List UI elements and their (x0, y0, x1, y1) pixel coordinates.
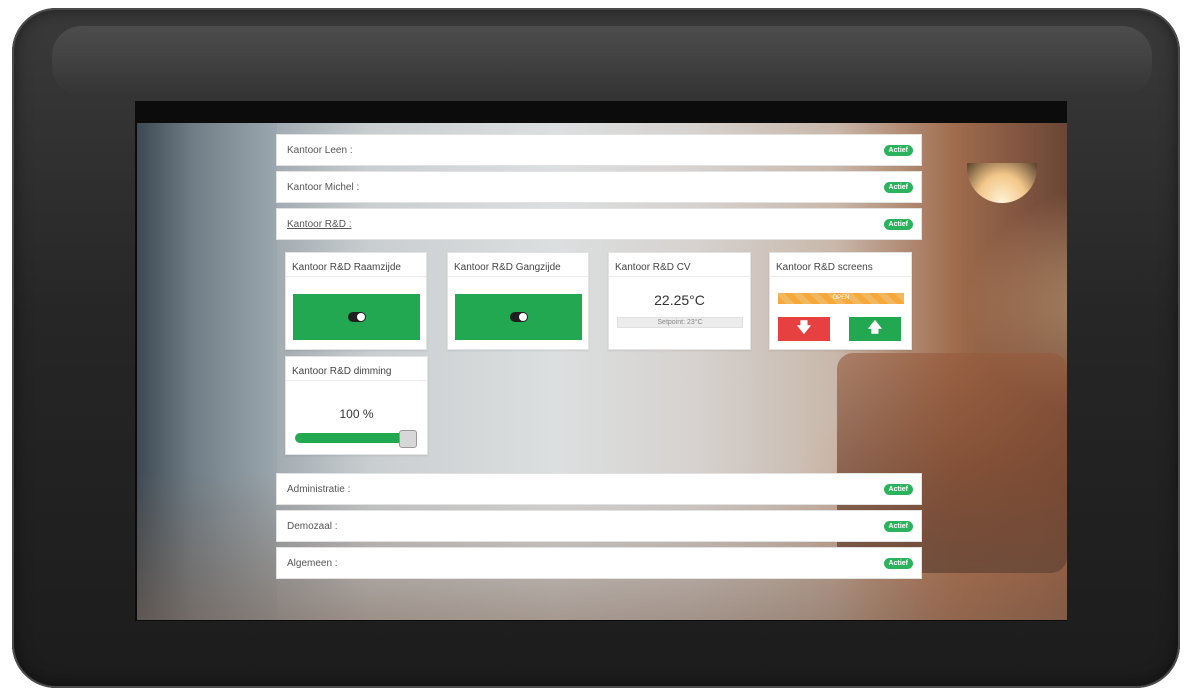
temperature-value: 22.25°C (654, 292, 705, 308)
gangzijde-switch-button[interactable] (455, 294, 582, 340)
card-title: Kantoor R&D screens (770, 253, 911, 277)
card-title: Kantoor R&D CV (609, 253, 750, 277)
status-badge: Actief (883, 483, 913, 495)
section-demozaal[interactable]: Demozaal : Actief (276, 510, 922, 542)
slider-thumb[interactable] (399, 430, 417, 448)
dimming-value: 100 % (339, 407, 374, 421)
section-label: Kantoor Leen : (287, 144, 353, 156)
dimming-slider[interactable] (295, 430, 417, 448)
slider-track (295, 433, 409, 443)
bezel-shine (52, 26, 1152, 96)
section-label: Kantoor R&D : (287, 218, 352, 230)
status-badge: Actief (883, 144, 913, 156)
toggle-icon (509, 312, 528, 322)
status-badge: Actief (883, 557, 913, 569)
card-cv: Kantoor R&D CV 22.25°C Setpoint: 23°C (608, 252, 751, 350)
section-label: Administratie : (287, 483, 351, 495)
section-kantoor-michel[interactable]: Kantoor Michel : Actief (276, 171, 922, 203)
raamzijde-switch-button[interactable] (293, 294, 420, 340)
setpoint-field[interactable]: Setpoint: 23°C (617, 317, 743, 328)
status-badge: Actief (883, 520, 913, 532)
section-algemeen[interactable]: Algemeen : Actief (276, 547, 922, 579)
dashboard-screen: Kantoor Leen : Actief Kantoor Michel : A… (137, 123, 1067, 620)
arrow-up-icon: 🡅 (867, 319, 883, 335)
section-kantoor-leen[interactable]: Kantoor Leen : Actief (276, 134, 922, 166)
screens-status-bar: OPEN (778, 293, 904, 304)
screens-up-button[interactable]: 🡅 (849, 317, 901, 341)
toggle-icon (347, 312, 366, 322)
status-badge: Actief (883, 218, 913, 230)
card-title: Kantoor R&D dimming (286, 357, 427, 381)
card-gangzijde: Kantoor R&D Gangzijde (447, 252, 589, 350)
card-dimming: Kantoor R&D dimming 100 % (285, 356, 428, 455)
card-screens: Kantoor R&D screens OPEN 🡇 🡅 (769, 252, 912, 350)
screens-down-button[interactable]: 🡇 (778, 317, 830, 341)
section-administratie[interactable]: Administratie : Actief (276, 473, 922, 505)
card-raamzijde: Kantoor R&D Raamzijde (285, 252, 427, 350)
section-label: Kantoor Michel : (287, 181, 360, 193)
section-label: Algemeen : (287, 557, 338, 569)
section-kantoor-rd[interactable]: Kantoor R&D : Actief (276, 208, 922, 240)
card-title: Kantoor R&D Gangzijde (448, 253, 588, 277)
card-title: Kantoor R&D Raamzijde (286, 253, 426, 277)
section-label: Demozaal : (287, 520, 338, 532)
arrow-down-icon: 🡇 (796, 319, 812, 335)
background-lamp (967, 163, 1037, 203)
status-badge: Actief (883, 181, 913, 193)
